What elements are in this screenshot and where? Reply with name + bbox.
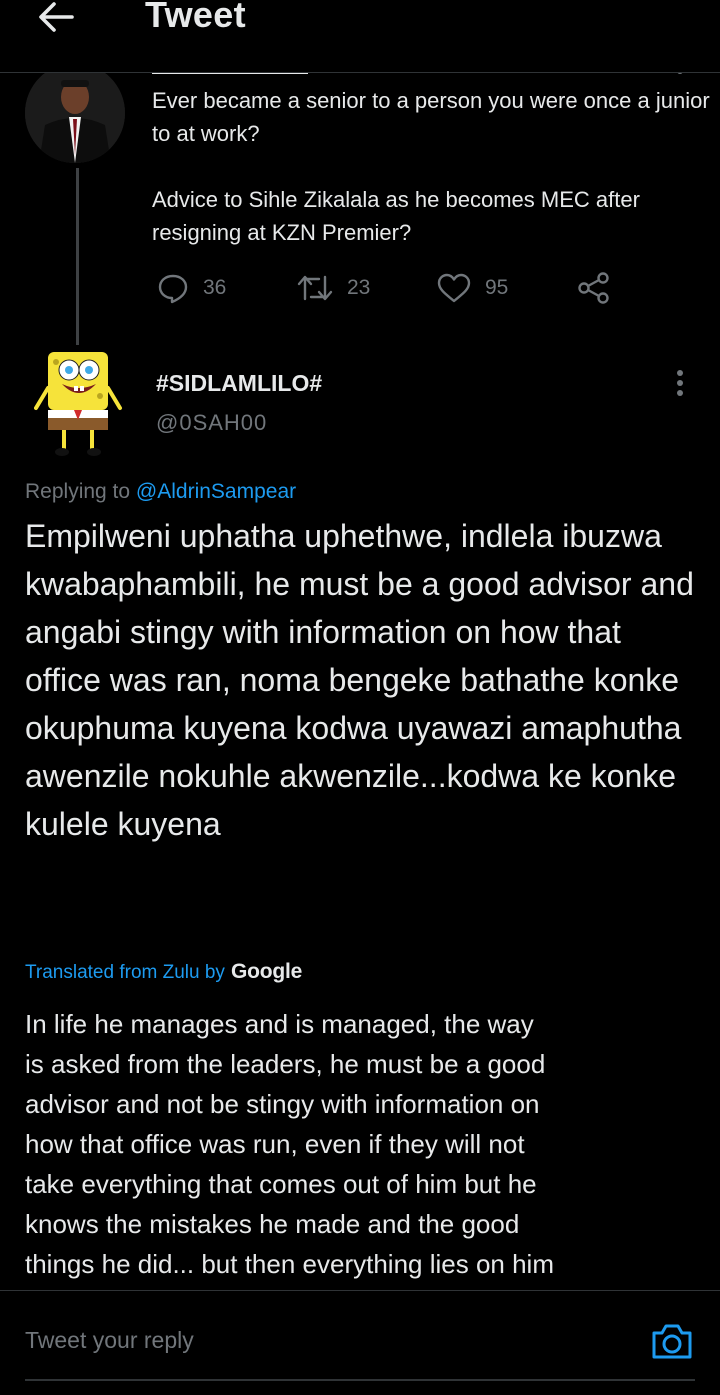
top-app-bar: Tweet bbox=[0, 0, 720, 73]
like-count: 95 bbox=[485, 276, 509, 299]
translated-text: In life he manages and is managed, the w… bbox=[25, 1009, 554, 1279]
translated-attribution[interactable]: Translated from Zulu by Google bbox=[25, 960, 302, 984]
reply-action[interactable]: 36 bbox=[157, 270, 226, 306]
page-title: Tweet bbox=[145, 0, 246, 35]
reply-icon bbox=[158, 274, 188, 304]
reply-author-avatar[interactable] bbox=[34, 348, 124, 458]
retweet-action[interactable]: 23 bbox=[297, 270, 370, 306]
more-options-icon[interactable] bbox=[670, 369, 690, 399]
reply-author-handle[interactable]: @0SAH00 bbox=[156, 410, 267, 436]
like-action[interactable]: 95 bbox=[437, 270, 508, 306]
google-logo: Google bbox=[230, 960, 303, 983]
reply-input[interactable]: Tweet your reply bbox=[25, 1327, 194, 1354]
replying-to-label: Replying to bbox=[25, 480, 131, 503]
thread-connector-line bbox=[76, 168, 79, 345]
replying-to-mention[interactable]: @AldrinSampear bbox=[136, 480, 296, 503]
retweet-icon bbox=[297, 275, 333, 301]
back-arrow-icon[interactable] bbox=[36, 0, 76, 36]
reply-author-name[interactable]: #SIDLAMLILO# bbox=[156, 370, 322, 397]
share-action[interactable] bbox=[577, 270, 625, 306]
share-icon bbox=[578, 272, 609, 304]
reply-composer: Tweet your reply bbox=[0, 1290, 720, 1395]
reply-tweet-text: Empilweni uphatha uphethwe, indlela ibuz… bbox=[25, 518, 694, 842]
translated-label: Translated from Zulu by bbox=[25, 962, 225, 983]
replying-to-line: Replying to @AldrinSampear bbox=[25, 480, 296, 504]
heart-icon bbox=[437, 273, 471, 303]
retweet-count: 23 bbox=[347, 276, 371, 299]
reply-count: 36 bbox=[203, 276, 227, 299]
composer-underline bbox=[25, 1379, 695, 1381]
parent-tweet-text: Ever became a senior to a person you wer… bbox=[152, 88, 710, 245]
parent-author-avatar[interactable] bbox=[25, 63, 125, 163]
camera-icon[interactable] bbox=[650, 1321, 694, 1361]
